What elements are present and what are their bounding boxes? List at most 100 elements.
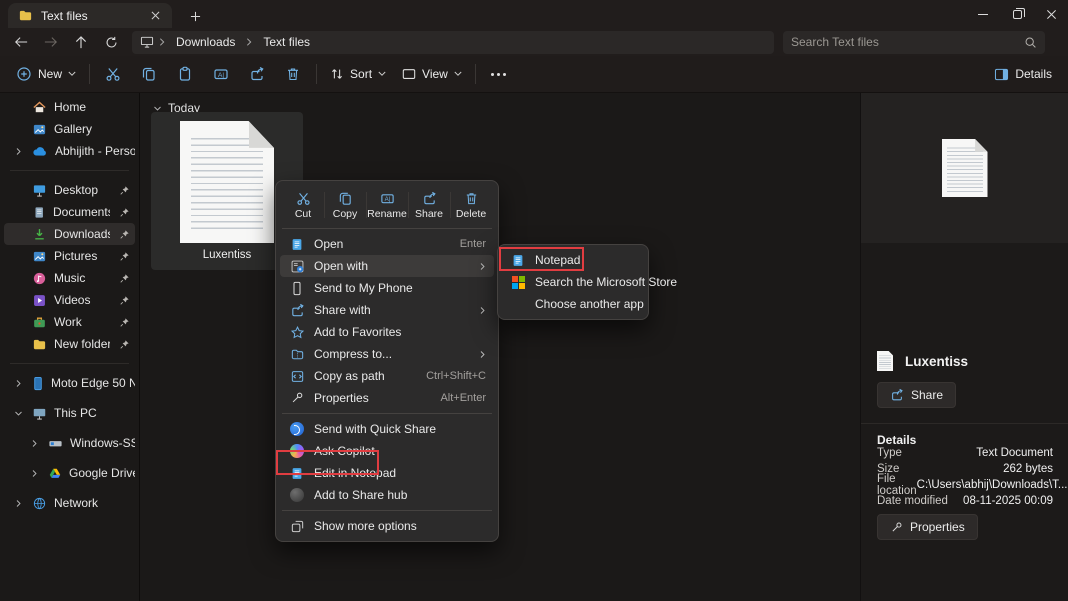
forward-button[interactable] <box>36 30 66 54</box>
downloads-icon <box>32 227 47 242</box>
paste-button[interactable] <box>167 60 203 88</box>
chevron-down-icon[interactable] <box>153 105 162 112</box>
sidebar-item-gallery[interactable]: Gallery <box>4 118 135 140</box>
sidebar-item-network[interactable]: Network <box>4 492 135 514</box>
share-hub-icon <box>289 487 305 503</box>
chevron-right-icon[interactable] <box>12 497 24 509</box>
share-button[interactable] <box>239 60 275 88</box>
sidebar-item-pictures[interactable]: Pictures <box>4 245 135 267</box>
more-options-button[interactable] <box>481 60 517 88</box>
sidebar-item-home[interactable]: Home <box>4 96 135 118</box>
search-input[interactable] <box>791 35 1024 49</box>
sidebar-item-desktop[interactable]: Desktop <box>4 179 135 201</box>
copilot-icon <box>289 443 305 459</box>
new-button[interactable]: New <box>8 60 84 88</box>
window-controls <box>966 0 1068 28</box>
menu-item-share-with[interactable]: Share with <box>280 299 494 321</box>
quick-actions-row: Cut Copy A| Rename Share Delete <box>282 186 492 224</box>
search-icon[interactable] <box>1024 36 1037 49</box>
menu-item-add-to-favorites[interactable]: Add to Favorites <box>280 321 494 343</box>
pin-icon <box>117 293 131 307</box>
delete-menu-button[interactable]: Delete <box>450 186 492 224</box>
menu-item-open-with[interactable]: Open with <box>280 255 494 277</box>
menu-item-copy-as-path[interactable]: Copy as path Ctrl+Shift+C <box>280 365 494 387</box>
delete-icon <box>464 191 479 206</box>
breadcrumb-downloads[interactable]: Downloads <box>170 34 241 50</box>
details-panel-icon <box>994 68 1009 81</box>
chevron-down-icon[interactable] <box>12 407 24 419</box>
sidebar-item-onedrive-personal[interactable]: Abhijith - Personal <box>4 140 135 162</box>
menu-item-send-to-my-phone[interactable]: Send to My Phone <box>280 277 494 299</box>
menu-item-edit-in-notepad[interactable]: Edit in Notepad <box>280 462 494 484</box>
sidebar-item-windows-ssd[interactable]: Windows-SSD (C:) <box>4 432 135 454</box>
submenu-item-search-microsoft-store[interactable]: Search the Microsoft Store <box>502 271 644 293</box>
network-icon <box>32 496 47 511</box>
rename-menu-button[interactable]: A| Rename <box>366 186 408 224</box>
copy-button[interactable] <box>131 60 167 88</box>
delete-button[interactable] <box>275 60 311 88</box>
phone-icon <box>32 376 44 391</box>
detail-row-modified: Date modified 08-11-2025 00:09 <box>877 493 1053 509</box>
address-bar: Downloads Text files <box>0 28 1068 56</box>
chevron-right-icon[interactable] <box>12 377 24 389</box>
menu-item-send-with-quick-share[interactable]: Send with Quick Share <box>280 418 494 440</box>
breadcrumb[interactable]: Downloads Text files <box>132 31 774 54</box>
detail-row-type: Type Text Document <box>877 445 1053 461</box>
maximize-restore-button[interactable] <box>1000 0 1034 28</box>
sort-button-label: Sort <box>350 67 372 81</box>
chevron-right-icon <box>245 37 253 47</box>
sidebar-item-moto-edge[interactable]: Moto Edge 50 Neo <box>4 372 135 394</box>
sidebar-item-new-folder[interactable]: New folder <box>4 333 135 355</box>
sidebar-item-documents[interactable]: Documents <box>4 201 135 223</box>
minimize-button[interactable] <box>966 0 1000 28</box>
sidebar-item-videos[interactable]: Videos <box>4 289 135 311</box>
sidebar-item-google-drive[interactable]: Google Drive (G:) <box>4 462 135 484</box>
show-more-options-icon <box>289 518 305 534</box>
sidebar-item-work[interactable]: Work <box>4 311 135 333</box>
submenu-item-notepad[interactable]: Notepad <box>502 249 644 271</box>
share-file-button[interactable]: Share <box>877 382 956 408</box>
chevron-right-icon[interactable] <box>28 467 40 479</box>
menu-item-compress-to[interactable]: Compress to... <box>280 343 494 365</box>
search-box <box>783 31 1045 54</box>
sidebar-item-music[interactable]: Music <box>4 267 135 289</box>
breadcrumb-text-files[interactable]: Text files <box>257 34 316 50</box>
text-document-icon <box>942 139 988 197</box>
menu-item-add-to-share-hub[interactable]: Add to Share hub <box>280 484 494 506</box>
tab-close-icon[interactable] <box>146 7 164 25</box>
open-with-submenu: Notepad Search the Microsoft Store Choos… <box>497 244 649 320</box>
close-button[interactable] <box>1034 0 1068 28</box>
rename-button[interactable]: A| <box>203 60 239 88</box>
properties-button[interactable]: Properties <box>877 514 978 540</box>
menu-item-properties[interactable]: Properties Alt+Enter <box>280 387 494 409</box>
details-pane-toggle[interactable]: Details <box>986 60 1060 88</box>
cut-icon <box>296 191 311 206</box>
chevron-right-icon[interactable] <box>12 145 24 157</box>
up-button[interactable] <box>66 30 96 54</box>
back-button[interactable] <box>6 30 36 54</box>
menu-item-ask-copilot[interactable]: Ask Copilot <box>280 440 494 462</box>
explorer-tab[interactable]: Text files <box>8 3 172 28</box>
chevron-down-icon <box>68 71 76 77</box>
view-button[interactable]: View <box>394 60 470 88</box>
work-icon <box>32 315 47 330</box>
chevron-right-icon[interactable] <box>28 437 40 449</box>
share-icon <box>289 302 305 318</box>
sort-button[interactable]: Sort <box>322 60 394 88</box>
copy-menu-button[interactable]: Copy <box>324 186 366 224</box>
sidebar-item-downloads[interactable]: Downloads <box>4 223 135 245</box>
share-icon <box>890 388 904 402</box>
cut-menu-button[interactable]: Cut <box>282 186 324 224</box>
sidebar-item-this-pc[interactable]: This PC <box>4 402 135 424</box>
pin-icon <box>117 227 131 241</box>
share-menu-button[interactable]: Share <box>408 186 450 224</box>
cut-button[interactable] <box>95 60 131 88</box>
menu-item-show-more-options[interactable]: Show more options <box>280 515 494 537</box>
context-menu: Cut Copy A| Rename Share Delete Open <box>275 180 499 542</box>
refresh-button[interactable] <box>96 30 126 54</box>
submenu-item-choose-another-app[interactable]: Choose another app <box>502 293 644 315</box>
menu-item-open[interactable]: Open Enter <box>280 233 494 255</box>
new-button-label: New <box>38 67 62 81</box>
new-tab-button[interactable] <box>186 7 204 25</box>
documents-icon <box>32 205 46 220</box>
